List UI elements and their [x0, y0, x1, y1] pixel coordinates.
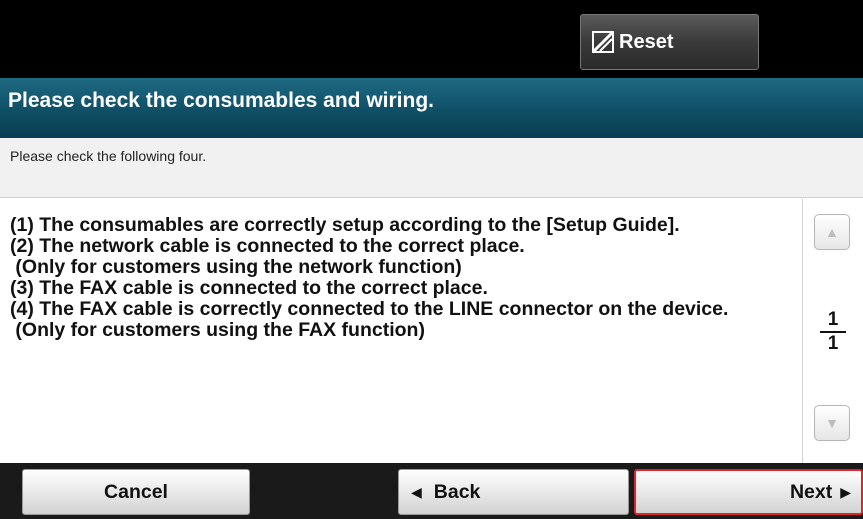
- triangle-up-icon: ▲: [825, 224, 839, 240]
- back-label: Back: [433, 480, 481, 503]
- instruction-item: (1) The consumables are correctly setup …: [10, 214, 680, 236]
- cancel-label: Cancel: [104, 480, 168, 503]
- triangle-down-icon: ▼: [825, 415, 839, 431]
- page-subtitle: Please check the following four.: [10, 148, 207, 164]
- next-button[interactable]: Next ▶: [634, 469, 863, 515]
- instruction-item: (Only for customers using the network fu…: [10, 256, 462, 278]
- page-indicator: 1 1: [820, 309, 846, 355]
- title-bar: Please check the consumables and wiring.: [0, 78, 863, 138]
- reset-label: Reset: [619, 30, 674, 53]
- page-total: 1: [827, 333, 839, 354]
- scroll-up-button[interactable]: ▲: [814, 214, 850, 250]
- cancel-button[interactable]: Cancel: [22, 469, 250, 515]
- next-label: Next: [789, 480, 833, 503]
- reset-icon: [591, 29, 617, 55]
- page-current: 1: [820, 309, 846, 333]
- instruction-item: (4) The FAX cable is correctly connected…: [10, 298, 729, 320]
- screen: Reset Please check the consumables and w…: [0, 0, 863, 519]
- bottom-bar: Cancel ◀ Back Next ▶: [0, 463, 863, 519]
- scroll-down-button[interactable]: ▼: [814, 405, 850, 441]
- back-button[interactable]: ◀ Back: [398, 469, 629, 515]
- triangle-left-icon: ◀: [411, 483, 422, 500]
- scroll-column: ▲ 1 1 ▼: [804, 199, 863, 463]
- reset-button[interactable]: Reset: [580, 14, 759, 70]
- triangle-right-icon: ▶: [840, 483, 851, 500]
- top-bar: Reset: [0, 0, 863, 78]
- subtitle-bar: Please check the following four.: [0, 138, 863, 198]
- instruction-item: (2) The network cable is connected to th…: [10, 235, 525, 257]
- instructions-panel: (1) The consumables are correctly setup …: [0, 199, 803, 463]
- instruction-item: (3) The FAX cable is connected to the co…: [10, 277, 488, 299]
- page-title: Please check the consumables and wiring.: [8, 89, 434, 112]
- instruction-item: (Only for customers using the FAX functi…: [10, 319, 425, 341]
